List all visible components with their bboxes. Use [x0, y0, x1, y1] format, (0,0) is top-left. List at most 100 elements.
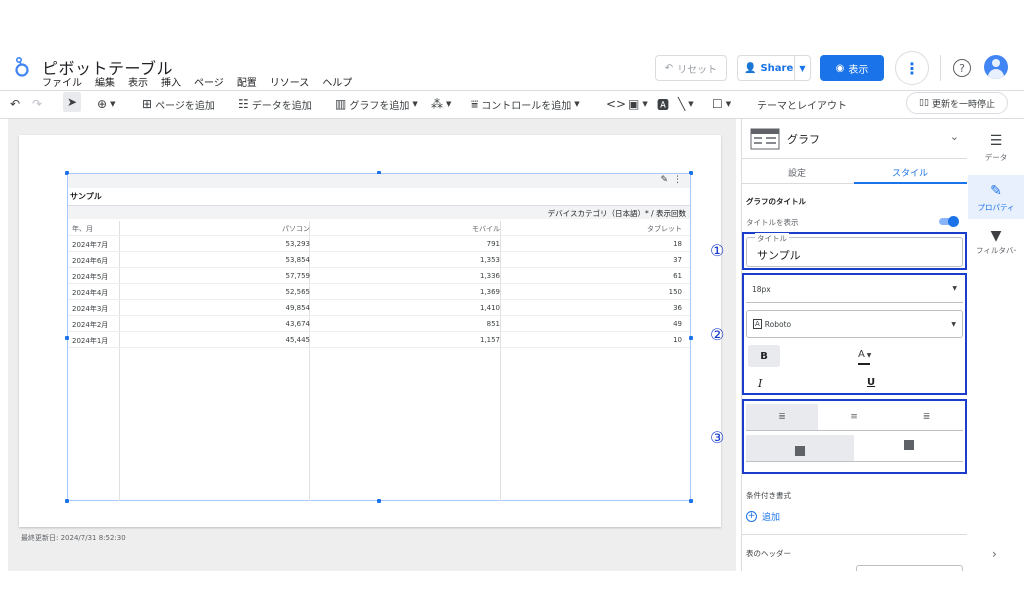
tab-style[interactable]: スタイル [892, 166, 928, 179]
shape-icon[interactable]: ☐ ▼ [712, 92, 731, 116]
table-row: 2024年7月 53,293 791 18 [68, 236, 690, 252]
control-icon: ⩸ [471, 96, 479, 111]
add-control-button[interactable]: ⩸ コントロールを追加 ▼ [471, 92, 580, 116]
active-tab-indicator [854, 182, 967, 184]
resize-handle[interactable] [689, 499, 693, 503]
chart-type-label: グラフ [787, 133, 820, 146]
line-icon[interactable]: ╲ ▼ [678, 92, 694, 116]
vertical-align-top-icon[interactable] [854, 435, 963, 461]
table-header-section: 表のヘッダー [746, 549, 791, 558]
show-title-toggle[interactable] [939, 216, 959, 227]
edit-pencil-icon[interactable]: ✎ [660, 175, 668, 185]
pause-updates-button[interactable]: ▯▯ 更新を一時停止 [906, 92, 1008, 114]
rail-properties[interactable]: ✎ プロパティ [968, 175, 1024, 219]
menu-bar: ファイル 編集 表示 挿入 ページ 配置 リソース ヘルプ [42, 74, 352, 89]
rail-data[interactable]: ☰ データ [968, 133, 1024, 173]
add-data-icon: ☷ [238, 97, 249, 111]
table-header-row: 年、月 パソコン モバイル タブレット [68, 220, 690, 236]
undo-arrow-icon: ↶ [664, 62, 674, 74]
resize-handle[interactable] [65, 499, 69, 503]
community-viz-icon[interactable]: ⁂ ▼ [431, 92, 451, 116]
image-icon[interactable]: ▣ ▼ [628, 92, 648, 116]
table-row: 2024年2月 43,674 851 49 [68, 316, 690, 332]
menu-insert[interactable]: 挿入 [161, 74, 181, 89]
italic-button[interactable]: I [758, 377, 762, 390]
title-field-value: サンプル [757, 249, 801, 262]
chevron-right-icon[interactable]: › [992, 547, 997, 561]
pencil-icon: ✎ [990, 183, 1002, 199]
menu-resource[interactable]: リソース [270, 74, 310, 89]
select-cursor-icon[interactable]: ➤ [63, 92, 81, 112]
add-data-button[interactable]: ☷ データを追加 [238, 92, 312, 116]
more-options-icon[interactable]: ⋮ [895, 51, 929, 85]
chart-title: サンプル [70, 192, 102, 201]
undo-icon[interactable]: ↶ [10, 92, 20, 116]
panel-tabs: 設定 スタイル [742, 158, 967, 184]
last-updated-text: 最終更新日: 2024/7/31 8:52:30 [21, 534, 126, 542]
underline-button[interactable]: U [867, 377, 875, 388]
pivot-table-icon [750, 128, 780, 150]
add-chart-button[interactable]: ▥ グラフを追加 ▼ [335, 92, 418, 116]
looker-studio-logo [15, 56, 29, 77]
text-box-icon[interactable]: 🅰 [657, 92, 669, 116]
divider [0, 90, 1024, 91]
resize-handle[interactable] [377, 499, 381, 503]
theme-layout-button[interactable]: テーマとレイアウト [757, 92, 847, 116]
zoom-icon[interactable]: ⊕ ▼ [97, 92, 115, 116]
redo-icon[interactable]: ↷ [32, 92, 42, 116]
title-field-label: タイトル [755, 233, 789, 244]
embed-code-icon[interactable]: <> [606, 92, 626, 116]
header-dropdown[interactable] [856, 565, 963, 571]
menu-file[interactable]: ファイル [42, 74, 82, 89]
menu-view[interactable]: 表示 [128, 74, 148, 89]
chart-title-section: グラフのタイトル [746, 197, 806, 206]
font-color-swatch [858, 363, 870, 365]
table-row: 2024年4月 52,565 1,369 150 [68, 284, 690, 300]
table-icon: ☰ [989, 133, 1003, 149]
conditional-format-section: 条件付き書式 [746, 491, 791, 500]
align-left-icon[interactable]: ≣ [746, 404, 818, 430]
divider [742, 534, 967, 535]
tab-setup[interactable]: 設定 [788, 166, 806, 179]
header-cell[interactable]: モバイル [472, 224, 500, 234]
column-group-header: デバイスカテゴリ（日本語）* / 表示回数 [68, 205, 690, 219]
align-center-icon[interactable]: ≡ [818, 404, 890, 430]
chart-header-bar: ✎ ⋮ [68, 174, 690, 188]
pause-icon: ▯▯ [919, 98, 929, 108]
add-person-icon: 👤 [744, 62, 757, 74]
rail-filter-bar[interactable]: ▼ フィルタバー [968, 228, 1024, 271]
view-button[interactable]: ◉ 表示 [820, 55, 884, 81]
divider [746, 430, 963, 431]
font-color-button[interactable]: A ▼ [858, 349, 871, 365]
header-cell[interactable]: タブレット [647, 224, 682, 234]
vertical-align-bottom-icon[interactable] [746, 435, 854, 461]
bold-button[interactable]: B [748, 345, 780, 367]
share-dropdown-caret[interactable]: ▼ [794, 56, 810, 80]
header-cell[interactable]: 年、月 [72, 224, 93, 234]
menu-page[interactable]: ページ [194, 74, 224, 89]
add-page-button[interactable]: ⊞ ページを追加 [142, 92, 215, 116]
share-button[interactable]: 👤 Share ▼ [737, 55, 811, 81]
annotation-number-1: ① [710, 241, 725, 260]
align-right-icon[interactable]: ≣ [890, 404, 963, 430]
avatar[interactable] [984, 55, 1008, 79]
divider [940, 55, 941, 81]
menu-help[interactable]: ヘルプ [322, 74, 352, 89]
reset-button[interactable]: ↶ リセット [655, 55, 727, 81]
add-circle-icon: + [746, 511, 757, 522]
add-conditional-format-button[interactable]: + 追加 [746, 510, 780, 523]
properties-panel: グラフ ⌄ 設定 スタイル グラフのタイトル タイトルを表示 タイトル サンプル… [741, 119, 967, 571]
help-icon[interactable]: ? [953, 59, 971, 77]
pivot-table-chart[interactable]: ✎ ⋮ サンプル デバイスカテゴリ（日本語）* / 表示回数 年、月 パソコン … [65, 171, 693, 503]
divider [746, 461, 963, 462]
menu-arrange[interactable]: 配置 [237, 74, 257, 89]
annotation-number-2: ② [710, 325, 725, 344]
add-page-icon: ⊞ [142, 97, 153, 111]
header-cell[interactable]: パソコン [282, 224, 310, 234]
title-field[interactable]: タイトル サンプル [746, 233, 963, 267]
menu-edit[interactable]: 編集 [95, 74, 115, 89]
table-row: 2024年6月 53,854 1,353 37 [68, 252, 690, 268]
chevron-down-icon[interactable]: ⌄ [950, 130, 959, 143]
chart-menu-icon[interactable]: ⋮ [673, 175, 682, 185]
filter-icon: ▼ [990, 228, 1002, 244]
